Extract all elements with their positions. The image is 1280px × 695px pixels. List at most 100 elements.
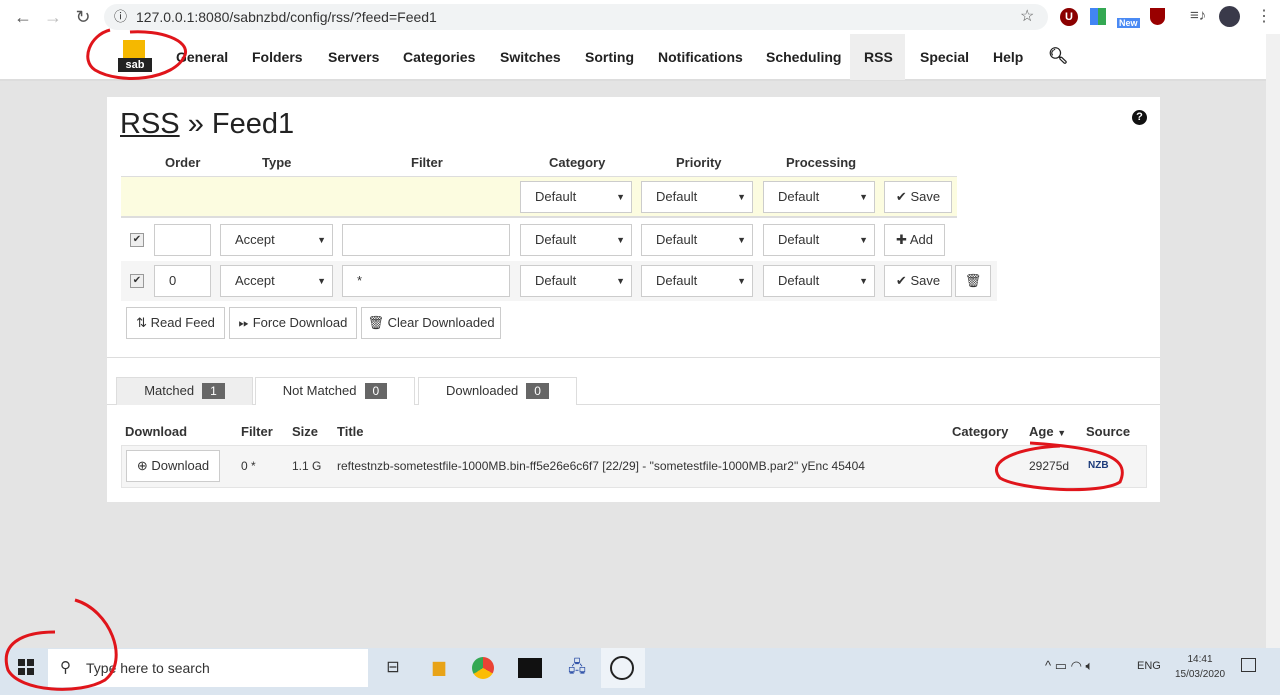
filter-enabled-checkbox[interactable]: ✔ xyxy=(130,274,144,288)
address-bar[interactable]: ⓘ 127.0.0.1:8080/sabnzbd/config/rss/?fee… xyxy=(104,4,1048,30)
ublock-icon[interactable] xyxy=(1150,8,1165,25)
date: 15/03/2020 xyxy=(1174,669,1226,680)
rss-link[interactable]: RSS xyxy=(120,108,180,140)
force-download-button[interactable]: ⏩︎ Force Download xyxy=(229,307,357,339)
nav-switches[interactable]: Switches xyxy=(486,34,575,80)
search-icon: ⚲ xyxy=(60,659,71,676)
new-category-select[interactable]: Default xyxy=(520,224,632,256)
tab-downloaded[interactable]: Downloaded 0 xyxy=(418,377,577,405)
nav-folders[interactable]: Folders xyxy=(238,34,317,80)
nav-rss[interactable]: RSS xyxy=(850,34,905,80)
feed-processing-select[interactable]: Default xyxy=(763,181,875,213)
plus-icon: ✚ xyxy=(896,232,907,247)
tab-matched[interactable]: Matched 1 xyxy=(116,377,253,405)
windows-start-icon[interactable] xyxy=(18,659,34,675)
task-view-icon[interactable]: ⊟ xyxy=(380,655,406,681)
media-icon[interactable]: ≡♪ xyxy=(1190,7,1206,24)
clear-downloaded-button[interactable]: 🗑︎ Clear Downloaded xyxy=(361,307,501,339)
save-label: Save xyxy=(910,273,941,288)
col-download: Download xyxy=(125,424,188,439)
page-title: RSS » Feed1 xyxy=(120,108,294,141)
divider xyxy=(107,357,1160,358)
nav-special[interactable]: Special xyxy=(906,34,983,80)
search-placeholder: Type here to search xyxy=(86,660,210,676)
nzb-source-link[interactable]: NZB xyxy=(1088,460,1109,471)
terminal-icon[interactable] xyxy=(518,658,542,678)
bookmark-star-icon[interactable]: ☆ xyxy=(1020,4,1034,30)
feed-category-select[interactable]: Default xyxy=(520,181,632,213)
clock[interactable]: 14:41 15/03/2020 xyxy=(1172,652,1228,682)
new-priority-select[interactable]: Default xyxy=(641,224,753,256)
clear-downloaded-label: Clear Downloaded xyxy=(387,315,495,330)
sabnzbd-logo[interactable]: sab xyxy=(116,40,154,76)
feed-save-button[interactable]: ✔ Save xyxy=(884,181,952,213)
back-icon[interactable]: ← xyxy=(12,6,34,28)
tray-icons[interactable]: ^ ▭ ◠ 🔈︎ xyxy=(1045,658,1093,674)
plus-circle-icon: ⊕ xyxy=(136,458,148,473)
add-filter-button[interactable]: ✚ Add xyxy=(884,224,945,256)
extension-google-icon[interactable] xyxy=(1090,8,1106,25)
filter-processing-select[interactable]: Default xyxy=(763,265,875,297)
filter-text-input[interactable]: * xyxy=(342,265,510,297)
nav-servers[interactable]: Servers xyxy=(314,34,393,80)
extension-new-badge[interactable]: New xyxy=(1117,18,1140,28)
tab-not-matched[interactable]: Not Matched 0 xyxy=(255,377,415,405)
forward-icon[interactable]: → xyxy=(42,6,64,28)
col-age[interactable]: Age ▼ xyxy=(1029,424,1066,439)
col-filter: Filter xyxy=(411,155,443,170)
network-app-icon[interactable]: 🖧 xyxy=(564,655,590,681)
col-category: Category xyxy=(952,424,1009,439)
notifications-icon[interactable] xyxy=(1241,658,1256,672)
trash-icon[interactable]: 🗑︎ xyxy=(955,265,991,297)
nav-notifications[interactable]: Notifications xyxy=(644,34,757,80)
save-label: Save xyxy=(910,189,941,204)
result-age: 29275d xyxy=(1029,459,1070,473)
age-label: Age xyxy=(1029,424,1054,439)
sabnzbd-taskbar-icon[interactable] xyxy=(610,656,634,680)
nav-sorting[interactable]: Sorting xyxy=(571,34,648,80)
download-button[interactable]: ⊕ Download xyxy=(126,450,220,482)
feed-name: Feed1 xyxy=(211,108,295,140)
filter-order-input[interactable]: 0 xyxy=(154,265,211,297)
feed-priority-select[interactable]: Default xyxy=(641,181,753,213)
new-filter-checkbox[interactable]: ✔ xyxy=(130,233,144,247)
filter-type-select[interactable]: Accept xyxy=(220,265,333,297)
col-filter: Filter xyxy=(241,424,273,439)
count-badge: 0 xyxy=(364,383,388,399)
nav-categories[interactable]: Categories xyxy=(389,34,489,80)
file-explorer-icon[interactable]: ▆ xyxy=(426,655,452,681)
col-source: Source xyxy=(1086,424,1131,439)
menu-icon[interactable]: ⋮ xyxy=(1256,6,1272,26)
extension-u-icon[interactable]: U xyxy=(1060,8,1078,26)
col-order: Order xyxy=(165,155,201,170)
new-type-select[interactable]: Accept xyxy=(220,224,333,256)
check-icon: ✔ xyxy=(895,189,907,204)
nav-scheduling[interactable]: Scheduling xyxy=(752,34,855,80)
tab-label: Matched xyxy=(144,383,195,398)
result-filter: 0 * xyxy=(241,459,256,473)
nav-help[interactable]: Help xyxy=(979,34,1037,80)
col-title: Title xyxy=(337,424,364,439)
search-icon[interactable]: 🔍︎ xyxy=(1034,34,1082,80)
chrome-icon[interactable] xyxy=(472,657,494,679)
filter-save-button[interactable]: ✔ Save xyxy=(884,265,952,297)
force-download-label: Force Download xyxy=(252,315,348,330)
taskbar-search[interactable]: ⚲ Type here to search xyxy=(48,649,368,687)
filter-category-select[interactable]: Default xyxy=(520,265,632,297)
language-indicator[interactable]: ENG xyxy=(1137,660,1161,672)
col-type: Type xyxy=(262,155,292,170)
new-order-input[interactable] xyxy=(154,224,211,256)
reload-icon[interactable]: ↻ xyxy=(72,6,94,28)
tab-label: Downloaded xyxy=(446,383,519,398)
help-icon[interactable]: ? xyxy=(1132,110,1147,125)
nav-general[interactable]: General xyxy=(162,34,242,80)
avatar[interactable] xyxy=(1219,6,1240,27)
read-feed-button[interactable]: ⇅ Read Feed xyxy=(126,307,225,339)
page-scrollbar[interactable] xyxy=(1266,34,1280,648)
result-title: reftestnzb-sometestfile-1000MB.bin-ff5e2… xyxy=(337,459,865,473)
filter-priority-select[interactable]: Default xyxy=(641,265,753,297)
count-badge: 0 xyxy=(526,383,549,399)
new-processing-select[interactable]: Default xyxy=(763,224,875,256)
new-filter-input[interactable] xyxy=(342,224,510,256)
read-feed-label: Read Feed xyxy=(150,315,215,330)
